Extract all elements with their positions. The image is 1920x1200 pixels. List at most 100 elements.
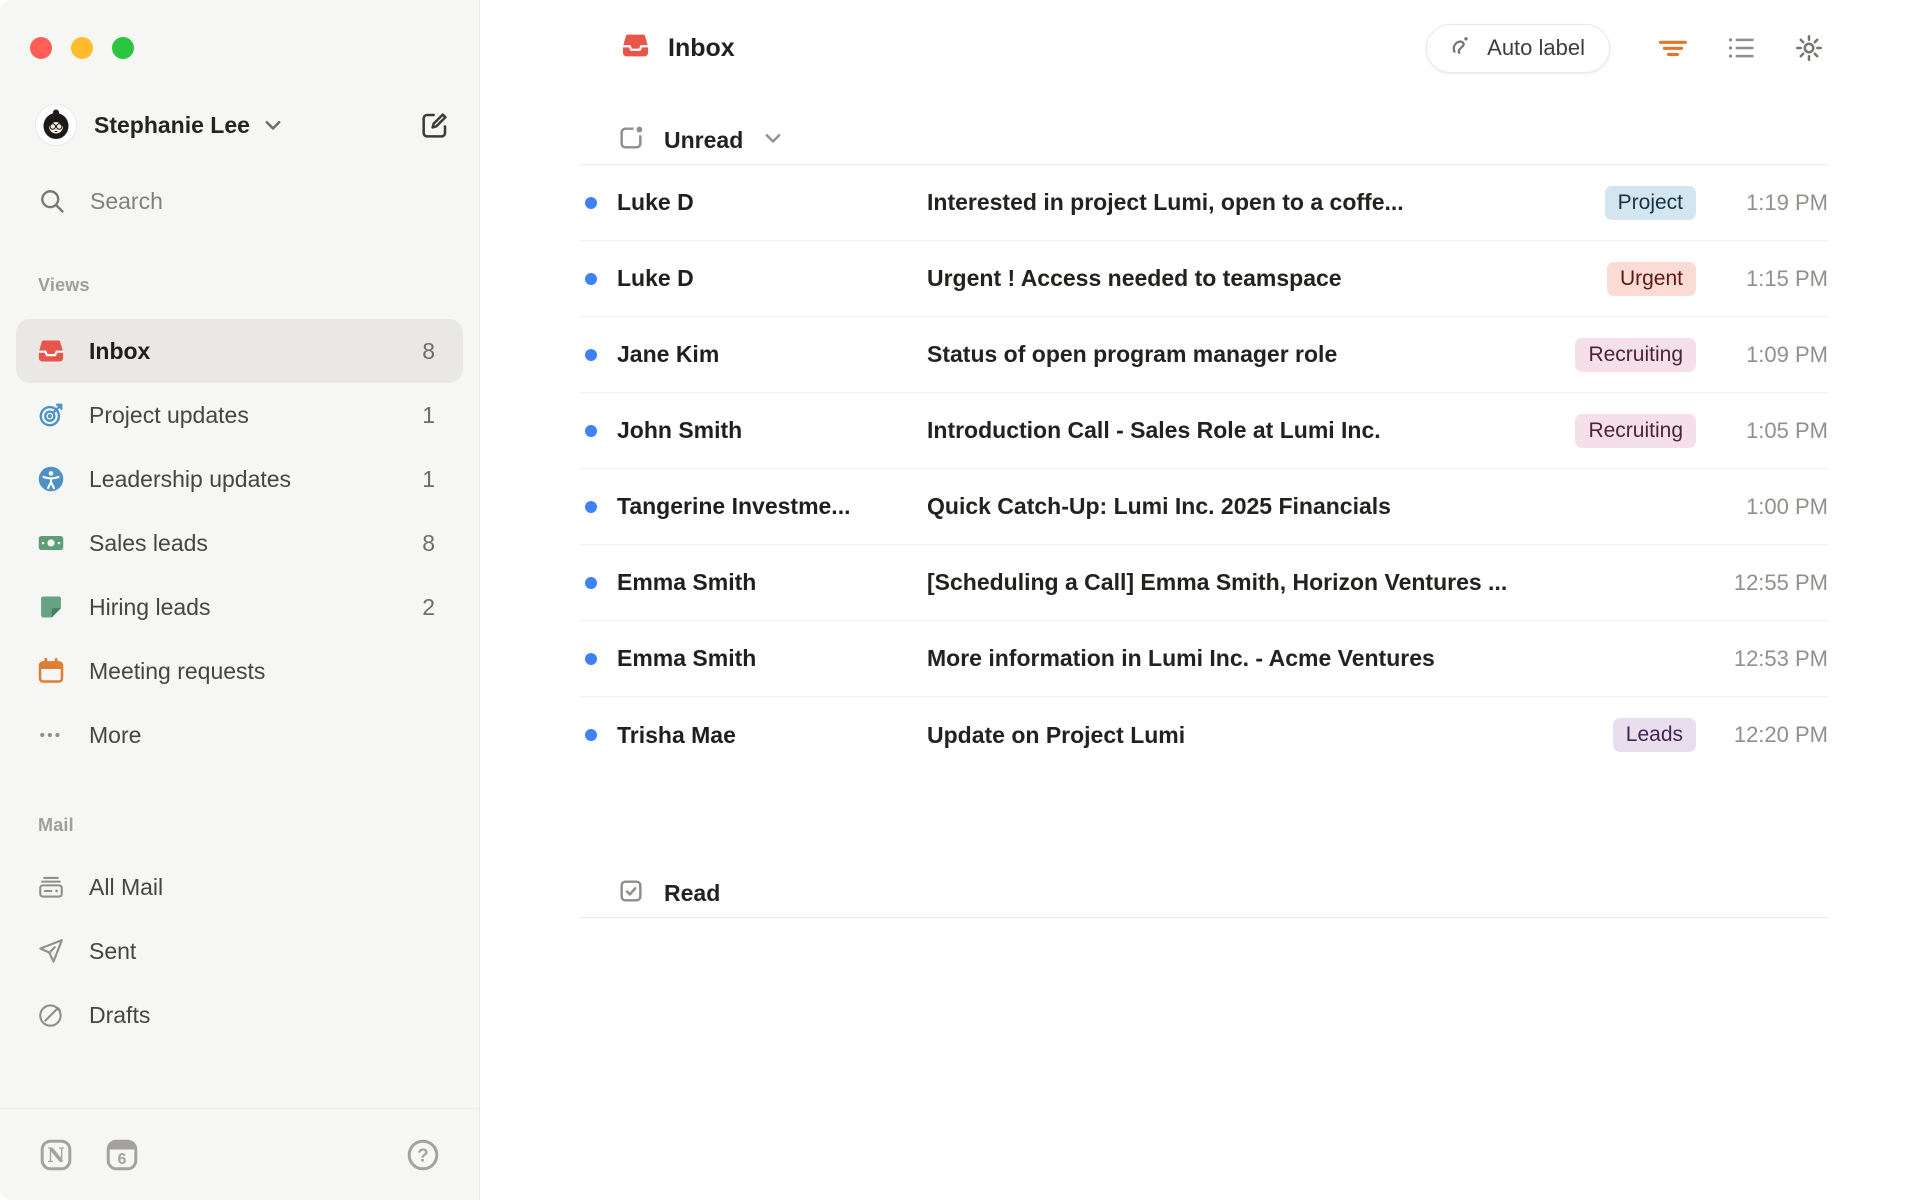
settings-gear-icon[interactable] [1790,29,1828,67]
email-subject: Interested in project Lumi, open to a co… [927,189,1404,215]
email-sender: Jane Kim [617,341,720,367]
sidebar-item-count: 2 [422,593,435,620]
read-group-header[interactable]: Read [617,869,1828,917]
email-subject: Update on Project Lumi [927,721,1186,748]
email-sender: John Smith [617,417,743,443]
main-content: Inbox Auto label Unread Luke D Intereste… [480,0,1920,1200]
minimize-window-button[interactable] [71,37,93,59]
mail-section-label: Mail [38,815,74,835]
main-header: Inbox Auto label [580,0,1828,96]
sidebar-item-project-updates[interactable]: Project updates 1 [16,383,463,447]
sidebar-item-label: Meeting requests [89,657,266,684]
unread-dot-icon [585,500,597,513]
sidebar-item-sales-leads[interactable]: Sales leads 8 [16,511,463,575]
svg-text:6: 6 [118,1151,127,1168]
unread-dot-icon [585,348,597,361]
unread-icon [617,124,645,157]
sidebar-item-meeting-requests[interactable]: Meeting requests [16,639,463,703]
email-time: 12:20 PM [1733,722,1828,747]
auto-label-button-label: Auto label [1487,35,1585,60]
unread-group-title: Unread [664,126,744,153]
email-time: 12:53 PM [1733,645,1828,671]
email-label-badge: Recruiting [1575,413,1696,448]
email-sender: Emma Smith [617,569,757,595]
sidebar-item-inbox[interactable]: Inbox 8 [16,319,463,383]
unread-dot-icon [585,576,597,589]
email-row[interactable]: Tangerine Investme... Quick Catch-Up: Lu… [580,469,1828,545]
page-title: Inbox [668,33,735,62]
email-subject: Status of open program manager role [927,341,1338,367]
filter-icon[interactable] [1654,29,1692,67]
sidebar-item-label: All Mail [89,873,164,900]
unread-dot-icon [585,424,597,437]
sidebar-item-label: Project updates [89,401,249,428]
email-row[interactable]: Luke D Interested in project Lumi, open … [580,165,1828,241]
email-row[interactable]: Jane Kim Status of open program manager … [580,317,1828,393]
sidebar-item-hiring-leads[interactable]: Hiring leads 2 [16,575,463,639]
email-sender: Emma Smith [617,645,757,671]
inbox-icon [37,337,65,365]
email-row[interactable]: Trisha Mae Update on Project Lumi Leads … [580,697,1828,773]
notion-app-icon[interactable]: N [38,1137,74,1173]
window-controls [0,0,479,59]
sidebar-item-all-mail[interactable]: All Mail [16,855,463,919]
all-mail-icon [37,873,65,901]
search-placeholder: Search [90,187,163,214]
sidebar-item-count: 1 [422,401,435,428]
email-label-badge: Urgent [1606,261,1696,296]
sidebar-item-count: 8 [422,529,435,556]
toolbar: Auto label [1426,23,1828,73]
email-subject: More information in Lumi Inc. - Acme Ven… [927,645,1435,671]
inbox-icon [621,31,650,65]
drafts-icon [37,1001,65,1029]
chevron-down-icon [262,114,284,136]
email-time: 1:19 PM [1746,189,1828,215]
sidebar-item-count: 1 [422,465,435,492]
email-subject: [Scheduling a Call] Emma Smith, Horizon … [927,569,1508,595]
sidebar-item-label: Inbox [89,337,151,364]
unread-dot-icon [585,196,597,209]
divider [580,917,1828,918]
search-icon [41,190,64,213]
email-label-badge: Project [1604,185,1696,220]
email-time: 1:15 PM [1746,265,1828,291]
email-label-badge: Recruiting [1575,337,1696,372]
compose-button[interactable] [415,105,455,145]
email-sender: Trisha Mae [617,721,736,748]
notion-calendar-app-icon[interactable]: 6 [104,1137,140,1173]
send-icon [37,937,65,965]
search-input[interactable]: Search [38,181,455,221]
sidebar-item-sent[interactable]: Sent [16,919,463,983]
avatar [36,105,76,145]
email-subject: Introduction Call - Sales Role at Lumi I… [927,417,1381,443]
email-row[interactable]: Emma Smith [Scheduling a Call] Emma Smit… [580,545,1828,621]
list-view-icon[interactable] [1722,29,1760,67]
sidebar-item-label: Hiring leads [89,593,211,620]
email-time: 1:00 PM [1746,493,1828,519]
chevron-down-icon [762,127,784,154]
sidebar-item-label: Sent [89,937,137,964]
sidebar-item-leadership-updates[interactable]: Leadership updates 1 [16,447,463,511]
email-time: 12:55 PM [1733,569,1828,595]
views-section-label: Views [38,275,90,295]
sidebar-item-more[interactable]: More [16,703,463,767]
read-group-title: Read [664,879,721,906]
zoom-window-button[interactable] [112,37,134,59]
money-icon [37,529,65,557]
account-switcher[interactable]: Stephanie Lee [36,103,455,147]
close-window-button[interactable] [30,37,52,59]
sidebar-item-drafts[interactable]: Drafts [16,983,463,1047]
sidebar-item-label: Sales leads [89,529,208,556]
email-row[interactable]: Emma Smith More information in Lumi Inc.… [580,621,1828,697]
help-icon[interactable]: ? [405,1137,441,1173]
note-icon [37,593,65,621]
email-subject: Urgent ! Access needed to teamspace [927,265,1342,291]
sidebar-footer: N 6 ? [0,1108,479,1200]
svg-text:?: ? [417,1144,428,1165]
email-row[interactable]: Luke D Urgent ! Access needed to teamspa… [580,241,1828,317]
unread-group-header[interactable]: Unread [617,116,1828,164]
email-row[interactable]: John Smith Introduction Call - Sales Rol… [580,393,1828,469]
auto-label-button[interactable]: Auto label [1426,23,1610,73]
mail-nav: All Mail Sent Drafts [0,855,479,1047]
